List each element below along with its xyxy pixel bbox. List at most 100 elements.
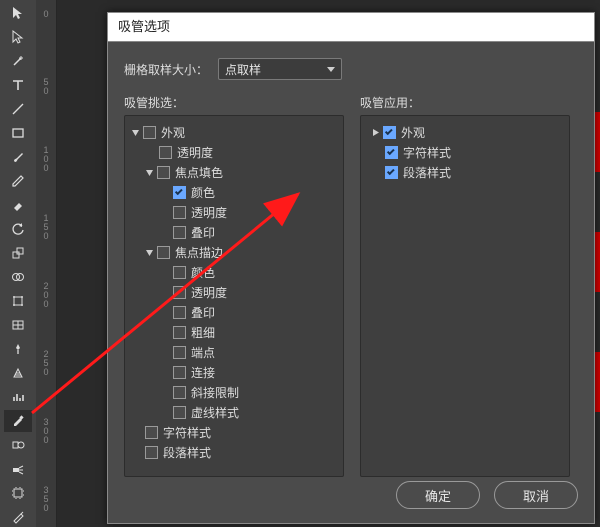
tree-spacer bbox=[157, 286, 169, 298]
checkbox[interactable] bbox=[145, 446, 158, 459]
tree-label: 外观 bbox=[161, 124, 185, 141]
tree-row[interactable]: 焦点填色 bbox=[129, 162, 339, 182]
tree-label: 段落样式 bbox=[163, 444, 211, 461]
checkbox[interactable] bbox=[173, 226, 186, 239]
checkbox[interactable] bbox=[173, 366, 186, 379]
chevron-down-icon[interactable] bbox=[129, 126, 141, 138]
tree-row[interactable]: 斜接限制 bbox=[129, 382, 339, 402]
column-graph-tool[interactable] bbox=[4, 386, 32, 408]
tree-label: 虚线样式 bbox=[191, 404, 239, 421]
tree-row[interactable]: 焦点描边 bbox=[129, 242, 339, 262]
rotate-tool[interactable] bbox=[4, 218, 32, 240]
tree-spacer bbox=[157, 206, 169, 218]
ruler-tick: 300 bbox=[36, 418, 56, 445]
tree-row[interactable]: 粗细 bbox=[129, 322, 339, 342]
checkbox[interactable] bbox=[173, 326, 186, 339]
tree-label: 段落样式 bbox=[403, 164, 451, 181]
tree-label: 透明度 bbox=[191, 284, 227, 301]
tree-row[interactable]: 叠印 bbox=[129, 302, 339, 322]
tree-row[interactable]: 颜色 bbox=[129, 262, 339, 282]
type-tool[interactable] bbox=[4, 74, 32, 96]
direct-selection-tool[interactable] bbox=[4, 26, 32, 48]
eyedropper-icon bbox=[11, 414, 25, 428]
tree-spacer bbox=[369, 146, 381, 158]
tree-row[interactable]: 段落样式 bbox=[129, 442, 339, 462]
tree-row[interactable]: 叠印 bbox=[129, 222, 339, 242]
magic-wand-tool[interactable] bbox=[4, 50, 32, 72]
chevron-down-icon bbox=[327, 67, 335, 72]
tree-label: 斜接限制 bbox=[191, 384, 239, 401]
chevron-down-icon[interactable] bbox=[143, 166, 155, 178]
eyedropper-tool[interactable] bbox=[4, 410, 32, 432]
direct-selection-icon bbox=[11, 30, 25, 44]
tree-row[interactable]: 外观 bbox=[365, 122, 565, 142]
chevron-right-icon[interactable] bbox=[369, 126, 381, 138]
checkbox[interactable] bbox=[157, 246, 170, 259]
gradient-icon bbox=[11, 318, 25, 332]
raster-sample-select[interactable]: 点取样 bbox=[218, 58, 342, 80]
checkbox[interactable] bbox=[173, 406, 186, 419]
rectangle-tool[interactable] bbox=[4, 122, 32, 144]
free-transform-tool[interactable] bbox=[4, 290, 32, 312]
checkbox[interactable] bbox=[173, 386, 186, 399]
tree-row[interactable]: 透明度 bbox=[129, 202, 339, 222]
checkbox[interactable] bbox=[173, 206, 186, 219]
tree-row[interactable]: 连接 bbox=[129, 362, 339, 382]
line-icon bbox=[11, 102, 25, 116]
checkbox[interactable] bbox=[143, 126, 156, 139]
line-tool[interactable] bbox=[4, 98, 32, 120]
tree-row[interactable]: 颜色 bbox=[129, 182, 339, 202]
raster-sample-row: 栅格取样大小： 点取样 bbox=[124, 58, 578, 80]
tree-label: 外观 bbox=[401, 124, 425, 141]
tree-spacer bbox=[157, 406, 169, 418]
checkbox[interactable] bbox=[385, 146, 398, 159]
tree-row[interactable]: 端点 bbox=[129, 342, 339, 362]
puppet-pin-tool[interactable] bbox=[4, 338, 32, 360]
raster-sample-value: 点取样 bbox=[225, 61, 261, 78]
tree-row[interactable]: 外观 bbox=[129, 122, 339, 142]
selection-tool[interactable] bbox=[4, 2, 32, 24]
tree-row[interactable]: 字符样式 bbox=[129, 422, 339, 442]
checkbox[interactable] bbox=[173, 286, 186, 299]
tree-row[interactable]: 透明度 bbox=[129, 142, 339, 162]
dialog-button-bar: 确定 取消 bbox=[396, 481, 578, 509]
apply-tree: 外观字符样式段落样式 bbox=[361, 116, 569, 188]
pencil-tool[interactable] bbox=[4, 170, 32, 192]
tree-spacer bbox=[157, 346, 169, 358]
cancel-button[interactable]: 取消 bbox=[494, 481, 578, 509]
paintbrush-tool[interactable] bbox=[4, 146, 32, 168]
slice-tool[interactable] bbox=[4, 506, 32, 527]
blend-tool[interactable] bbox=[4, 434, 32, 456]
scale-tool[interactable] bbox=[4, 242, 32, 264]
panels-row: 吸管挑选： 外观透明度焦点填色颜色透明度叠印焦点描边颜色透明度叠印粗细端点连接斜… bbox=[124, 94, 578, 477]
checkbox[interactable] bbox=[173, 186, 186, 199]
eyedropper-options-dialog: 吸管选项 栅格取样大小： 点取样 吸管挑选： 外观透明度焦点填色颜色透明度叠印焦… bbox=[107, 12, 595, 524]
shape-builder-tool[interactable] bbox=[4, 266, 32, 288]
perspective-grid-tool[interactable] bbox=[4, 362, 32, 384]
pick-scroll[interactable]: 外观透明度焦点填色颜色透明度叠印焦点描边颜色透明度叠印粗细端点连接斜接限制虚线样… bbox=[125, 116, 343, 476]
checkbox[interactable] bbox=[157, 166, 170, 179]
checkbox[interactable] bbox=[385, 166, 398, 179]
tree-row[interactable]: 段落样式 bbox=[365, 162, 565, 182]
slice-icon bbox=[11, 510, 25, 524]
tree-row[interactable]: 字符样式 bbox=[365, 142, 565, 162]
eraser-tool[interactable] bbox=[4, 194, 32, 216]
raster-sample-label: 栅格取样大小： bbox=[124, 61, 208, 78]
ok-button[interactable]: 确定 bbox=[396, 481, 480, 509]
scale-icon bbox=[11, 246, 25, 260]
symbol-sprayer-tool[interactable] bbox=[4, 458, 32, 480]
gradient-tool[interactable] bbox=[4, 314, 32, 336]
perspective-grid-icon bbox=[11, 366, 25, 380]
checkbox[interactable] bbox=[145, 426, 158, 439]
tree-label: 焦点填色 bbox=[175, 164, 223, 181]
artboard-tool[interactable] bbox=[4, 482, 32, 504]
tree-row[interactable]: 虚线样式 bbox=[129, 402, 339, 422]
checkbox[interactable] bbox=[173, 266, 186, 279]
checkbox[interactable] bbox=[173, 346, 186, 359]
rotate-icon bbox=[11, 222, 25, 236]
tree-row[interactable]: 透明度 bbox=[129, 282, 339, 302]
checkbox[interactable] bbox=[159, 146, 172, 159]
checkbox[interactable] bbox=[383, 126, 396, 139]
checkbox[interactable] bbox=[173, 306, 186, 319]
chevron-down-icon[interactable] bbox=[143, 246, 155, 258]
